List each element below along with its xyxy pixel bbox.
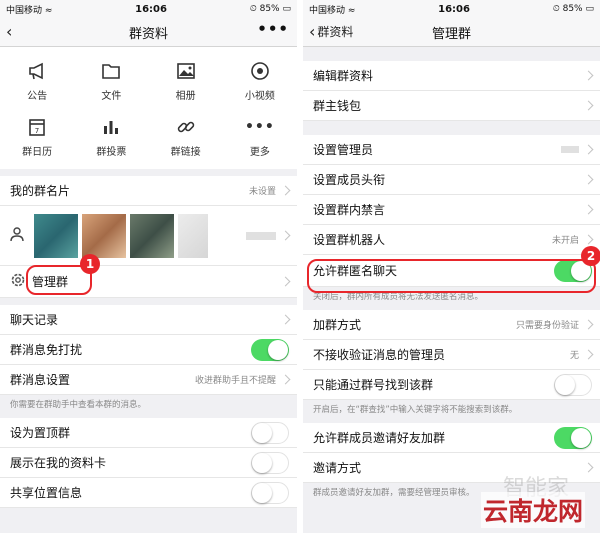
join-method-row[interactable]: 加群方式 只需要身份验证 (303, 310, 600, 340)
grid-item-link[interactable]: 群链接 (149, 109, 223, 165)
share-location-row: 共享位置信息 (0, 478, 297, 508)
vote-chart-icon (101, 117, 121, 137)
avatar[interactable] (34, 213, 78, 258)
right-screen: 中国移动 ≈ 16:06 ⏲ 85% ▭ ‹ 群资料 管理群 编辑群资料 群主钱包… (303, 0, 600, 533)
chevron-right-icon (583, 70, 594, 81)
chevron-right-icon (280, 185, 291, 196)
feature-grid: 公告 文件 相册 小视频 7 群日历 群投票 群链接 ••• 更多 (0, 47, 297, 169)
carrier: 中国移动 ≈ (309, 5, 356, 16)
clock: 16:06 (135, 3, 167, 15)
grid-item-vote[interactable]: 群投票 (74, 109, 148, 165)
blurred-value (246, 231, 276, 240)
members-icon (10, 226, 26, 246)
mute-toggle[interactable] (251, 338, 289, 361)
status-bar: 中国移动 ≈ 16:06 ⏲ 85% ▭ (303, 0, 600, 18)
msg-note: 你需要在群助手中查看本群的消息。 (10, 400, 147, 410)
chat-history-row[interactable]: 聊天记录 (0, 305, 297, 335)
left-screen: 中国移动 ≈ 16:06 ⏲ 85% ▭ ‹ 群资料 ••• 公告 文件 相册 … (0, 0, 297, 533)
chevron-left-icon: ‹ (6, 22, 13, 41)
members-row[interactable] (0, 206, 297, 266)
chevron-right-icon (280, 230, 291, 241)
chevron-right-icon (583, 144, 594, 155)
chevron-right-icon (583, 174, 594, 185)
member-title-row[interactable]: 设置成员头衔 (303, 165, 600, 195)
grid-item-announcement[interactable]: 公告 (0, 53, 74, 109)
nav-bar: ‹ 群资料 管理群 (303, 18, 600, 47)
show-card-row: 展示在我的资料卡 (0, 448, 297, 478)
chevron-right-icon (583, 319, 594, 330)
gear-icon (10, 272, 26, 291)
only-by-number-row: 只能通过群号找到该群 (303, 370, 600, 400)
anon-note: 关闭后，群内所有成员将无法发送匿名消息。 (313, 292, 484, 302)
no-verify-admin-row[interactable]: 不接收验证消息的管理员 无 (303, 340, 600, 370)
clock: 16:06 (438, 3, 470, 15)
only-by-number-toggle[interactable] (554, 373, 592, 396)
watermark: 云南龙网 (481, 492, 586, 528)
anonymous-chat-row: 允许群匿名聊天 (303, 255, 600, 287)
group-mute-row[interactable]: 设置群内禁言 (303, 195, 600, 225)
set-admin-row[interactable]: 设置管理员 (303, 135, 600, 165)
msg-settings-row[interactable]: 群消息设置 收进群助手且不提醒 (0, 365, 297, 395)
folder-icon (101, 61, 121, 81)
blurred-value (561, 146, 579, 153)
wallet-row[interactable]: 群主钱包 (303, 91, 600, 121)
carrier: 中国移动 ≈ (6, 5, 53, 16)
chevron-right-icon (280, 374, 291, 385)
photo-icon (176, 61, 196, 81)
grid-item-files[interactable]: 文件 (74, 53, 148, 109)
chevron-right-icon (280, 276, 291, 287)
avatar[interactable] (178, 213, 208, 258)
grid-item-album[interactable]: 相册 (149, 53, 223, 109)
chevron-left-icon: ‹ (309, 22, 316, 41)
robot-row[interactable]: 设置群机器人 未开启 (303, 225, 600, 255)
more-icon[interactable]: ••• (257, 20, 289, 38)
manage-group-row[interactable]: 管理群 (0, 266, 297, 298)
more-icon: ••• (244, 118, 275, 135)
avatar[interactable] (82, 213, 126, 258)
calendar-icon: 7 (27, 117, 47, 137)
chevron-right-icon (583, 234, 594, 245)
grid-item-video[interactable]: 小视频 (223, 53, 297, 109)
pin-row: 设为置顶群 (0, 418, 297, 448)
share-location-toggle[interactable] (251, 481, 289, 504)
mute-row: 群消息免打扰 (0, 335, 297, 365)
pin-toggle[interactable] (251, 421, 289, 444)
allow-invite-row: 允许群成员邀请好友加群 (303, 423, 600, 453)
nav-bar: ‹ 群资料 ••• (0, 18, 297, 47)
video-icon (250, 61, 270, 81)
back-button[interactable]: ‹ (6, 22, 12, 41)
back-button[interactable]: ‹ 群资料 (309, 22, 353, 41)
megaphone-icon (27, 61, 47, 81)
search-note: 开启后，在“群查找”中输入关键字将不能搜索到该群。 (313, 405, 518, 415)
grid-item-calendar[interactable]: 7 群日历 (0, 109, 74, 165)
grid-item-more[interactable]: ••• 更多 (223, 109, 297, 165)
step-badge-1: 1 (80, 254, 100, 274)
avatar[interactable] (130, 213, 174, 258)
battery: ⏲ 85% ▭ (552, 4, 594, 14)
show-card-toggle[interactable] (251, 451, 289, 474)
chevron-right-icon (583, 204, 594, 215)
svg-text:7: 7 (35, 127, 39, 135)
chevron-right-icon (583, 462, 594, 473)
chevron-right-icon (280, 314, 291, 325)
edit-info-row[interactable]: 编辑群资料 (303, 61, 600, 91)
allow-invite-toggle[interactable] (554, 426, 592, 449)
battery: ⏲ 85% ▭ (249, 4, 291, 14)
status-bar: 中国移动 ≈ 16:06 ⏲ 85% ▭ (0, 0, 297, 18)
chevron-right-icon (583, 349, 594, 360)
my-group-card-row[interactable]: 我的群名片 未设置 (0, 176, 297, 206)
page-title: 群资料 (128, 26, 168, 42)
step-badge-2: 2 (581, 246, 600, 266)
link-icon (176, 117, 196, 137)
chevron-right-icon (583, 100, 594, 111)
